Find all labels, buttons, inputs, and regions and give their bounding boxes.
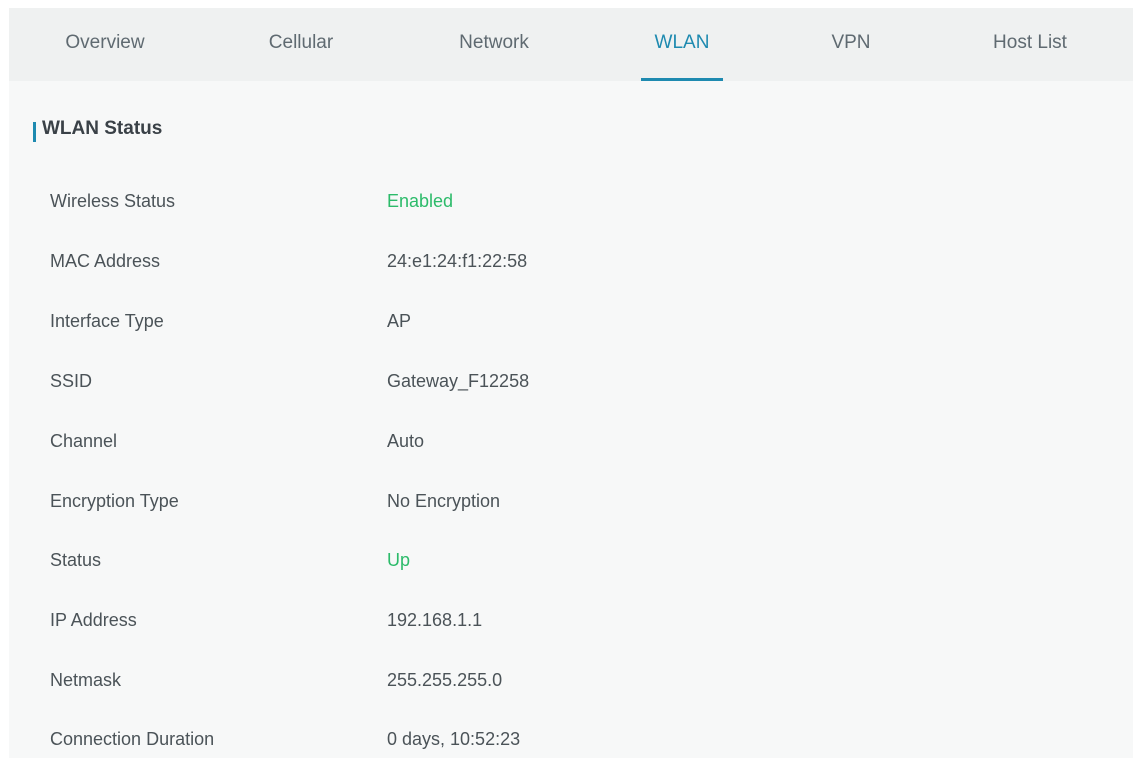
tab-vpn[interactable]: VPN [831, 8, 870, 81]
section-marker [33, 122, 36, 142]
ip-address-label: IP Address [50, 610, 137, 630]
status-label: Status [50, 550, 102, 570]
tab-bar: Overview Cellular Network WLAN VPN Host … [9, 8, 1133, 81]
connection-duration-value: 0 days, 10:52:23 [387, 729, 521, 749]
status-value: Up [387, 550, 411, 570]
active-tab-indicator [641, 78, 723, 81]
netmask-label: Netmask [50, 670, 122, 690]
ip-address-value: 192.168.1.1 [387, 610, 483, 630]
channel-label: Channel [50, 431, 118, 451]
mac-address-label: MAC Address [50, 251, 161, 271]
tab-cellular[interactable]: Cellular [269, 8, 333, 81]
ssid-value: Gateway_F12258 [387, 371, 530, 391]
wireless-status-label: Wireless Status [50, 191, 176, 211]
encryption-type-value: No Encryption [387, 491, 501, 511]
section-title: WLAN Status [42, 118, 163, 139]
wireless-status-value: Enabled [387, 191, 454, 211]
connection-duration-label: Connection Duration [50, 729, 215, 749]
channel-value: Auto [387, 431, 425, 451]
status-page: Overview Cellular Network WLAN VPN Host … [9, 8, 1133, 758]
ssid-label: SSID [50, 371, 93, 391]
tab-network[interactable]: Network [459, 8, 529, 81]
interface-type-label: Interface Type [50, 311, 164, 331]
mac-address-value: 24:e1:24:f1:22:58 [387, 251, 528, 271]
interface-type-value: AP [387, 311, 412, 331]
tab-overview[interactable]: Overview [65, 8, 144, 81]
tab-wlan[interactable]: WLAN [655, 8, 710, 81]
tab-host-list[interactable]: Host List [993, 8, 1067, 81]
encryption-type-label: Encryption Type [50, 491, 179, 511]
netmask-value: 255.255.255.0 [387, 670, 503, 690]
